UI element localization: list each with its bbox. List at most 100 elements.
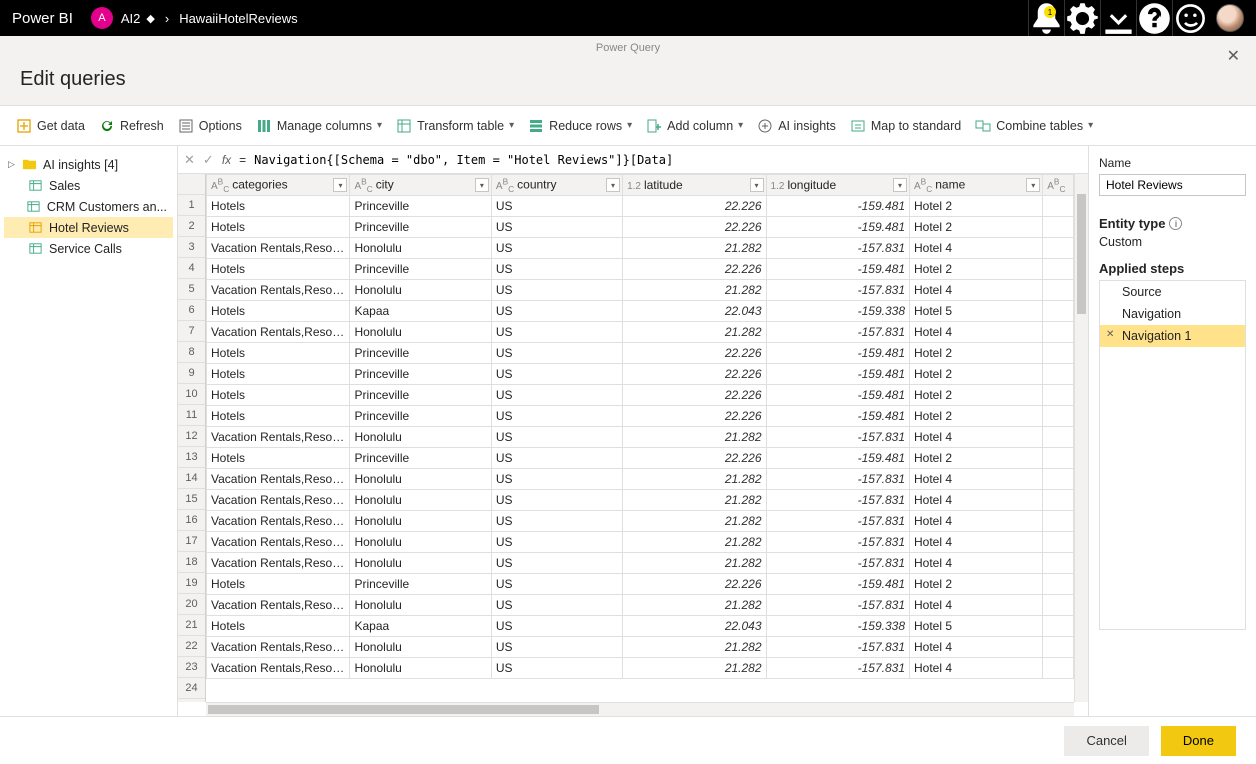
cell[interactable]: Honolulu	[350, 469, 491, 490]
cell[interactable]	[1043, 448, 1074, 469]
cell[interactable]: Hotel 4	[910, 427, 1043, 448]
cell[interactable]: Princeville	[350, 385, 491, 406]
cell[interactable]: US	[491, 322, 622, 343]
cell[interactable]: -157.831	[766, 490, 909, 511]
avatar[interactable]	[1216, 4, 1244, 32]
cell[interactable]: Kapaa	[350, 616, 491, 637]
cell[interactable]	[1043, 469, 1074, 490]
table-row[interactable]: HotelsKapaaUS22.043-159.338Hotel 5	[207, 301, 1074, 322]
cell[interactable]: 21.282	[623, 658, 766, 679]
cell[interactable]: Vacation Rentals,Resorts &...	[207, 280, 350, 301]
cell[interactable]: 22.226	[623, 259, 766, 280]
cell[interactable]: US	[491, 511, 622, 532]
cell[interactable]: -159.481	[766, 259, 909, 280]
cell[interactable]: Hotels	[207, 364, 350, 385]
row-number[interactable]: 23	[178, 657, 205, 678]
cell[interactable]: 21.282	[623, 532, 766, 553]
cell[interactable]: -157.831	[766, 637, 909, 658]
row-number[interactable]: 21	[178, 615, 205, 636]
cell[interactable]: Vacation Rentals,Resorts &...	[207, 469, 350, 490]
cell[interactable]	[1043, 553, 1074, 574]
cell[interactable]: Hotel 2	[910, 259, 1043, 280]
download-button[interactable]	[1100, 0, 1136, 36]
row-number[interactable]: 7	[178, 321, 205, 342]
table-row[interactable]: Vacation Rentals,Resorts &...HonoluluUS2…	[207, 280, 1074, 301]
cell[interactable]	[1043, 616, 1074, 637]
cell[interactable]: 21.282	[623, 427, 766, 448]
column-header[interactable]: 1.2latitude▾	[623, 175, 766, 196]
cell[interactable]: Princeville	[350, 364, 491, 385]
cell[interactable]: Hotel 2	[910, 406, 1043, 427]
cell[interactable]: Hotel 4	[910, 532, 1043, 553]
table-row[interactable]: HotelsPrincevilleUS22.226-159.481Hotel 2	[207, 343, 1074, 364]
cell[interactable]: Princeville	[350, 406, 491, 427]
cell[interactable]: 21.282	[623, 322, 766, 343]
cell[interactable]	[1043, 511, 1074, 532]
cell[interactable]: Honolulu	[350, 637, 491, 658]
cell[interactable]: US	[491, 301, 622, 322]
cell[interactable]: -157.831	[766, 553, 909, 574]
cell[interactable]: 22.043	[623, 301, 766, 322]
cell[interactable]: Princeville	[350, 343, 491, 364]
cell[interactable]: Hotel 5	[910, 301, 1043, 322]
cell[interactable]: US	[491, 574, 622, 595]
row-number[interactable]: 18	[178, 552, 205, 573]
cell[interactable]	[1043, 595, 1074, 616]
cell[interactable]: Vacation Rentals,Resorts &...	[207, 511, 350, 532]
column-dropdown-icon[interactable]: ▾	[333, 178, 347, 192]
cell[interactable]: Hotel 2	[910, 196, 1043, 217]
row-number[interactable]: 22	[178, 636, 205, 657]
cell[interactable]	[1043, 238, 1074, 259]
cell[interactable]: Hotel 4	[910, 658, 1043, 679]
row-number[interactable]: 4	[178, 258, 205, 279]
cell[interactable]: 21.282	[623, 511, 766, 532]
row-number[interactable]: 9	[178, 363, 205, 384]
cell[interactable]	[1043, 196, 1074, 217]
cell[interactable]	[1043, 490, 1074, 511]
cell[interactable]: Hotel 5	[910, 616, 1043, 637]
table-row[interactable]: HotelsPrincevilleUS22.226-159.481Hotel 2	[207, 385, 1074, 406]
combine-tables-button[interactable]: Combine tables▾	[975, 118, 1093, 134]
get-data-button[interactable]: Get data	[16, 118, 85, 134]
cell[interactable]	[1043, 427, 1074, 448]
cell[interactable]: Hotel 4	[910, 637, 1043, 658]
cell[interactable]: US	[491, 595, 622, 616]
table-row[interactable]: HotelsPrincevilleUS22.226-159.481Hotel 2	[207, 364, 1074, 385]
table-row[interactable]: Vacation Rentals,Resorts &...HonoluluUS2…	[207, 322, 1074, 343]
cell[interactable]: -159.481	[766, 385, 909, 406]
cell[interactable]	[1043, 385, 1074, 406]
cell[interactable]	[1043, 532, 1074, 553]
table-row[interactable]: Vacation Rentals,Resorts &...HonoluluUS2…	[207, 637, 1074, 658]
cell[interactable]: -159.481	[766, 574, 909, 595]
cell[interactable]: US	[491, 238, 622, 259]
cell[interactable]: Vacation Rentals,Resorts &...	[207, 553, 350, 574]
cell[interactable]: US	[491, 280, 622, 301]
cell[interactable]: Honolulu	[350, 595, 491, 616]
table-row[interactable]: HotelsPrincevilleUS22.226-159.481Hotel 2	[207, 448, 1074, 469]
cell[interactable]: US	[491, 217, 622, 238]
cell[interactable]	[1043, 364, 1074, 385]
cell[interactable]: Princeville	[350, 217, 491, 238]
cell[interactable]: Hotels	[207, 385, 350, 406]
cell[interactable]: 21.282	[623, 469, 766, 490]
column-header[interactable]: ABCcountry▾	[491, 175, 622, 196]
cell[interactable]: -157.831	[766, 511, 909, 532]
cell[interactable]: 21.282	[623, 238, 766, 259]
row-number[interactable]: 11	[178, 405, 205, 426]
cell[interactable]: 21.282	[623, 637, 766, 658]
cancel-formula-icon[interactable]: ✕	[184, 152, 195, 168]
table-row[interactable]: Vacation Rentals,Resorts &...HonoluluUS2…	[207, 511, 1074, 532]
row-number[interactable]: 20	[178, 594, 205, 615]
cell[interactable]: Hotel 4	[910, 238, 1043, 259]
cell[interactable]: Honolulu	[350, 322, 491, 343]
cell[interactable]: -157.831	[766, 427, 909, 448]
table-row[interactable]: Vacation Rentals,Resorts &...HonoluluUS2…	[207, 595, 1074, 616]
workspace-badge[interactable]: A	[91, 7, 113, 29]
cell[interactable]: 21.282	[623, 280, 766, 301]
column-dropdown-icon[interactable]: ▾	[750, 178, 764, 192]
cell[interactable]: Honolulu	[350, 511, 491, 532]
table-row[interactable]: HotelsPrincevilleUS22.226-159.481Hotel 2	[207, 217, 1074, 238]
cell[interactable]: Kapaa	[350, 301, 491, 322]
horizontal-scrollbar[interactable]	[206, 702, 1074, 716]
cell[interactable]: -157.831	[766, 595, 909, 616]
